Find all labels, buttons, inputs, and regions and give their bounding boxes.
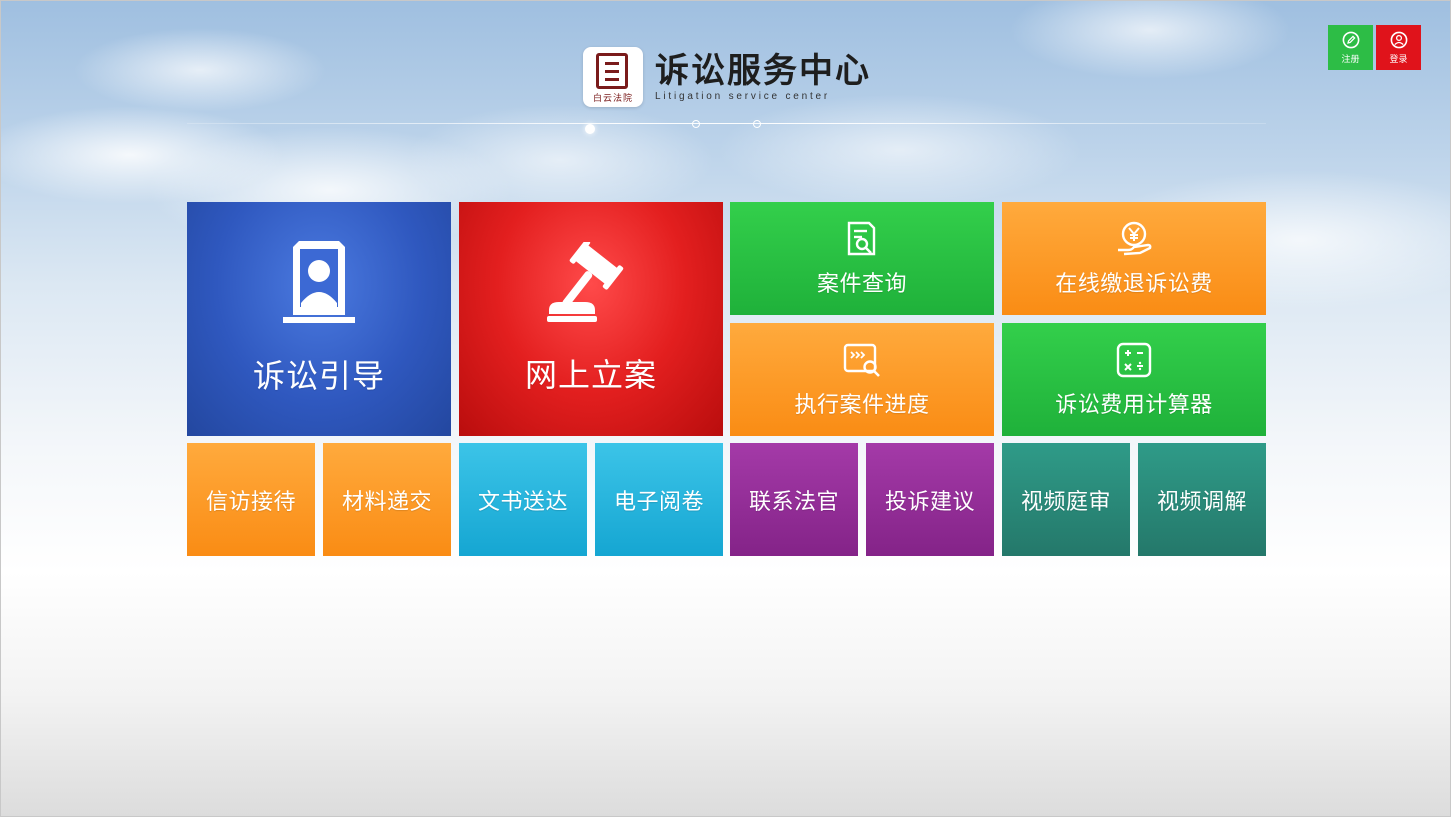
tile-document-delivery[interactable]: 文书送达 <box>459 443 587 556</box>
tile-petition-reception[interactable]: 信访接待 <box>187 443 315 556</box>
tile-label: 诉讼费用计算器 <box>1055 392 1213 418</box>
person-frame-icon <box>283 241 355 323</box>
tile-litigation-guide[interactable]: 诉讼引导 <box>187 202 451 436</box>
document-search-icon <box>847 221 876 255</box>
progress-search-icon <box>843 343 880 377</box>
tile-online-filing[interactable]: 网上立案 <box>459 202 723 436</box>
login-button[interactable]: 登录 <box>1376 25 1421 70</box>
tile-material-submission[interactable]: 材料递交 <box>323 443 451 556</box>
header-divider <box>187 123 1266 124</box>
tile-label: 联系法官 <box>748 489 839 515</box>
calculator-icon <box>1116 342 1152 377</box>
logo-text: 白云法院 <box>592 94 633 104</box>
register-button[interactable]: 注册 <box>1328 25 1373 70</box>
page-title: 诉讼服务中心 <box>655 51 871 91</box>
tile-contact-judge[interactable]: 联系法官 <box>730 443 858 556</box>
divider-ring <box>753 120 761 128</box>
tile-label: 案件查询 <box>816 271 907 297</box>
tile-label: 文书送达 <box>477 489 568 515</box>
divider-dot <box>585 124 595 134</box>
tile-label: 在线缴退诉讼费 <box>1055 271 1213 297</box>
tile-video-mediation[interactable]: 视频调解 <box>1138 443 1266 556</box>
register-label: 注册 <box>1341 55 1360 65</box>
page-subtitle: Litigation service center <box>655 91 831 102</box>
tile-label: 材料递交 <box>341 489 432 515</box>
tile-case-query[interactable]: 案件查询 <box>730 202 994 315</box>
tile-label: 投诉建议 <box>884 489 975 515</box>
tile-fee-calculator[interactable]: 诉讼费用计算器 <box>1002 323 1266 436</box>
gavel-icon <box>547 242 624 322</box>
tile-electronic-file[interactable]: 电子阅卷 <box>595 443 723 556</box>
tile-label: 网上立案 <box>524 356 657 394</box>
tile-label: 执行案件进度 <box>794 392 930 418</box>
yen-hand-icon <box>1118 221 1152 255</box>
title-block: 诉讼服务中心 Litigation service center <box>655 52 871 102</box>
tile-label: 诉讼引导 <box>252 357 385 395</box>
court-logo: 白云法院 <box>583 47 643 107</box>
tile-online-fee[interactable]: 在线缴退诉讼费 <box>1002 202 1266 315</box>
tile-label: 视频调解 <box>1156 489 1247 515</box>
login-label: 登录 <box>1389 55 1408 65</box>
tile-label: 视频庭审 <box>1020 489 1111 515</box>
header: 白云法院 诉讼服务中心 Litigation service center <box>583 47 871 107</box>
seal-mark-icon <box>596 53 628 89</box>
tile-execution-progress[interactable]: 执行案件进度 <box>730 323 994 436</box>
divider-ring <box>692 120 700 128</box>
edit-icon <box>1342 31 1359 49</box>
tile-video-trial[interactable]: 视频庭审 <box>1002 443 1130 556</box>
tile-complaint-suggestion[interactable]: 投诉建议 <box>866 443 994 556</box>
tile-label: 信访接待 <box>205 489 296 515</box>
tile-label: 电子阅卷 <box>613 489 704 515</box>
user-icon <box>1390 31 1407 49</box>
